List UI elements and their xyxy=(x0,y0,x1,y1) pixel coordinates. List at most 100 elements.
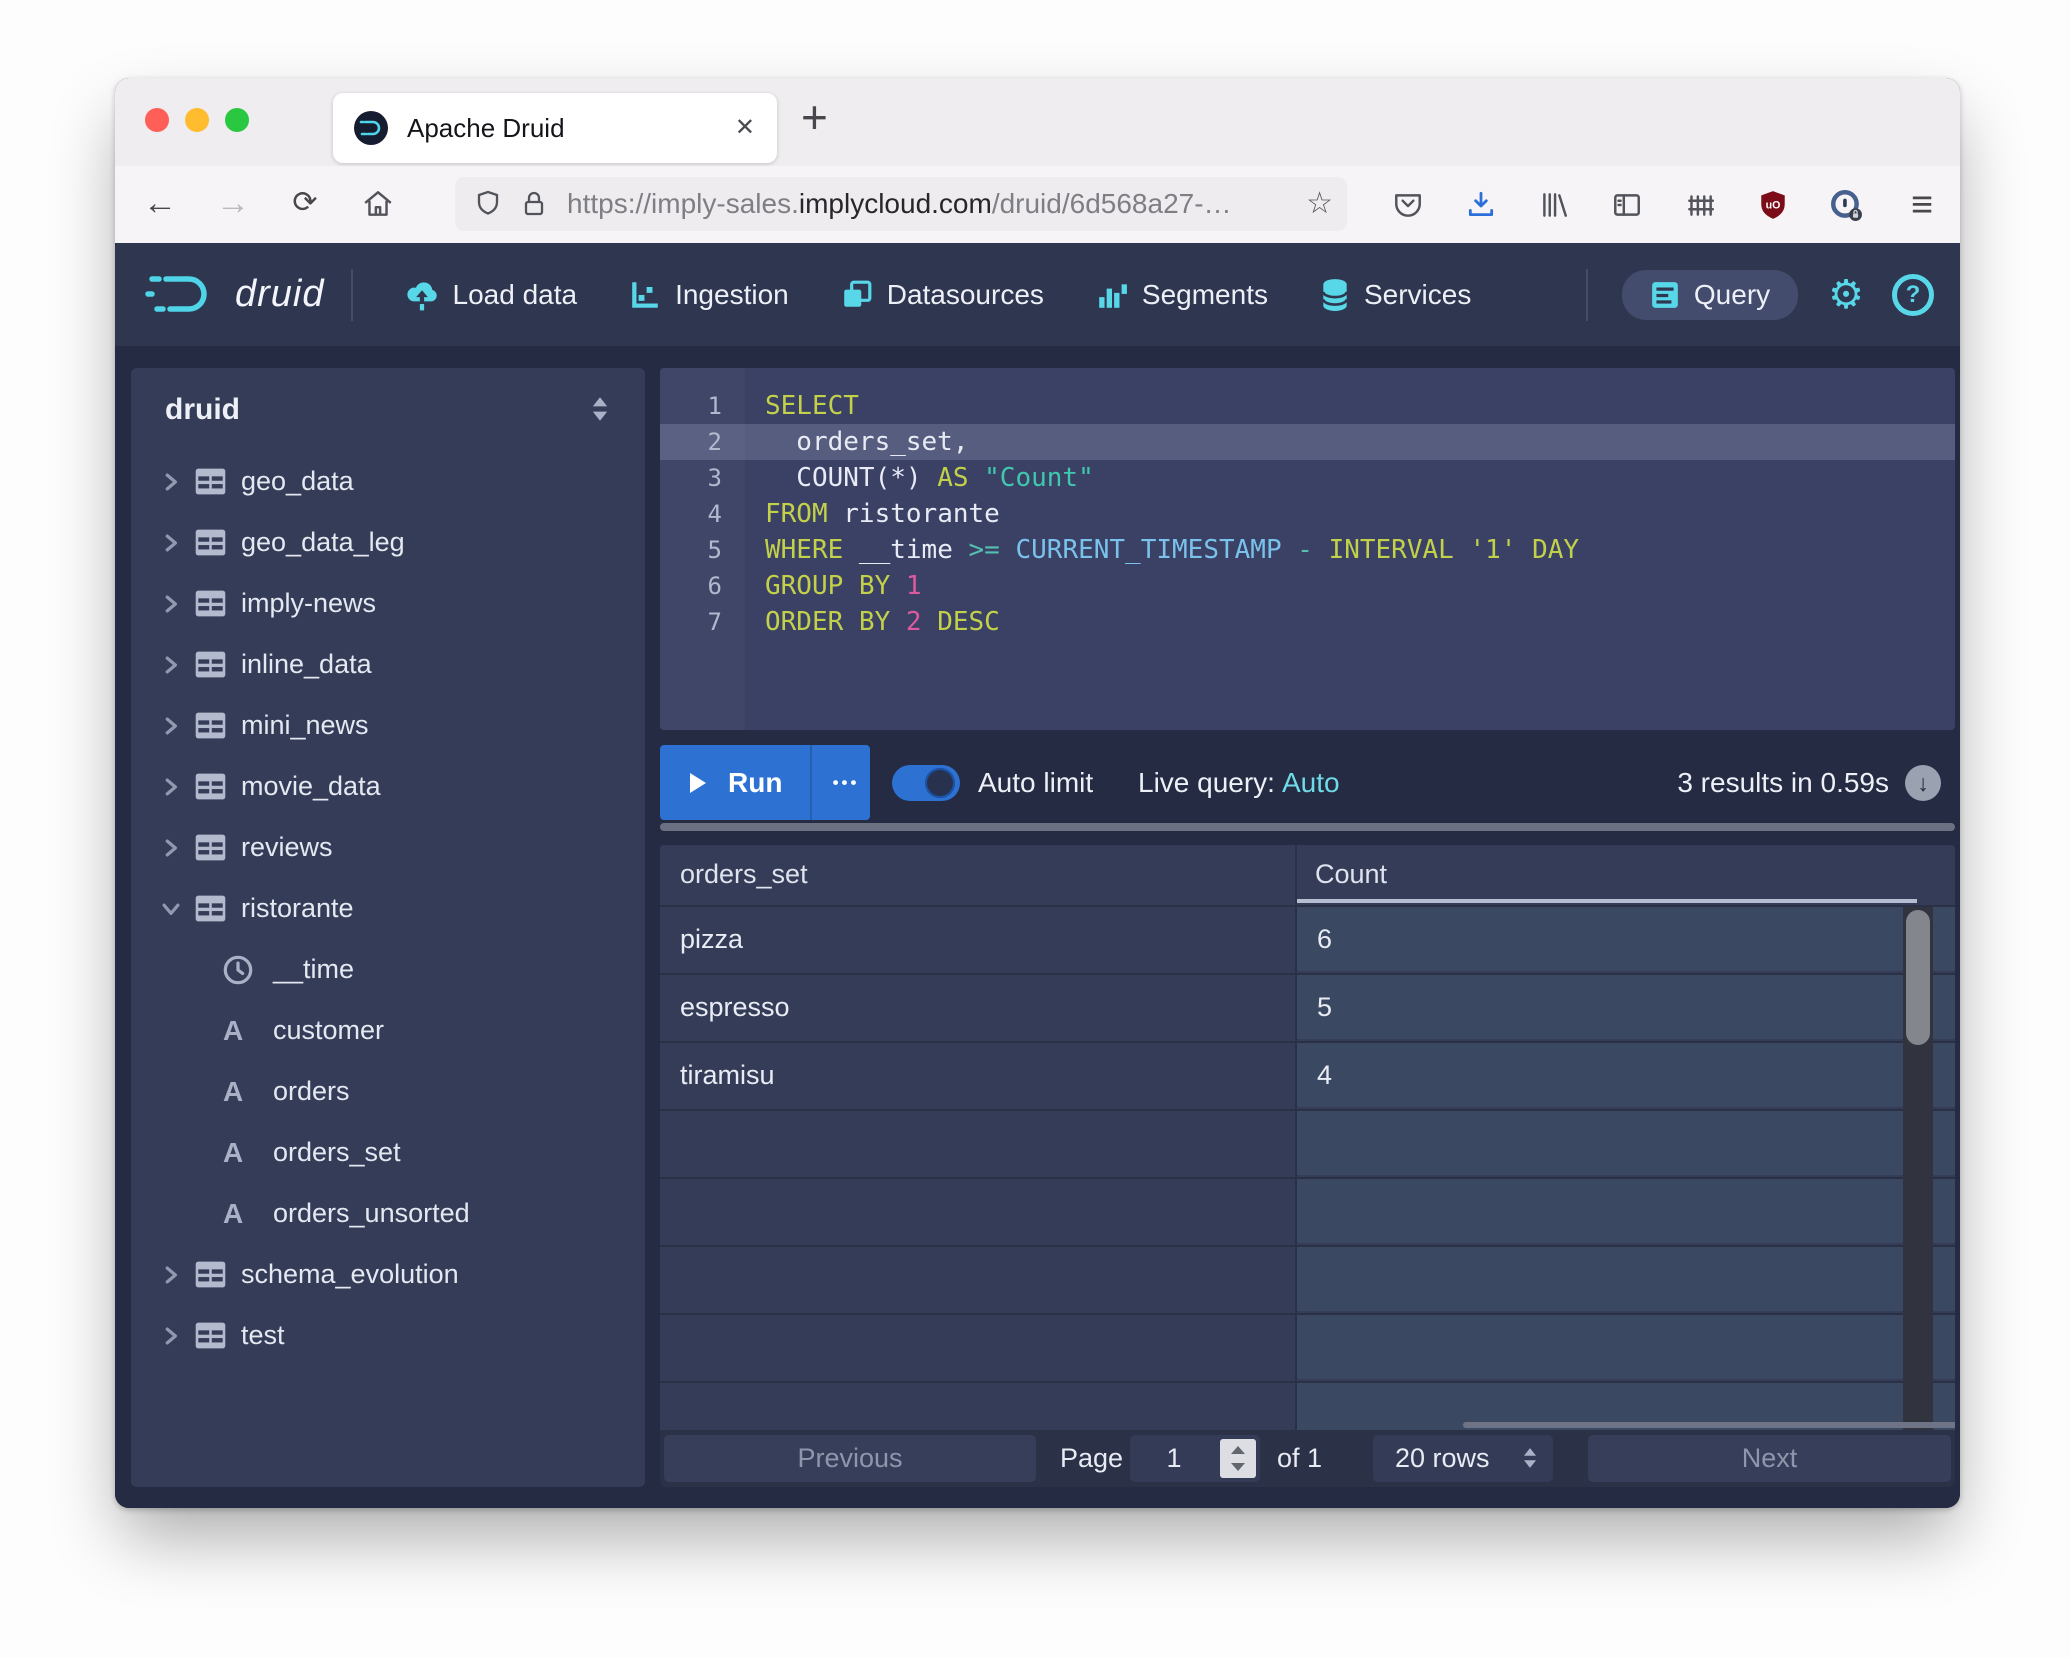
nav-item-query[interactable]: Query xyxy=(1622,270,1798,320)
back-button[interactable]: ← xyxy=(135,166,185,243)
sql-line-7[interactable]: ORDER BY 2 DESC xyxy=(765,604,1000,640)
run-button[interactable]: Run xyxy=(728,767,782,799)
sidebar-item-movie_data[interactable]: movie_data xyxy=(131,756,645,817)
stepper-down-icon[interactable] xyxy=(1231,1463,1245,1471)
fence-extension-icon[interactable] xyxy=(1677,182,1723,228)
datasources-icon xyxy=(841,279,873,311)
forward-button[interactable]: → xyxy=(208,166,258,243)
rows-per-page-select[interactable]: 20 rows xyxy=(1373,1435,1553,1482)
druid-logo[interactable]: druid xyxy=(145,269,325,321)
ublock-origin-icon[interactable]: uO xyxy=(1750,182,1796,228)
letter-a-icon: A xyxy=(223,1015,243,1047)
column-header-orders-set[interactable]: orders_set xyxy=(680,845,808,903)
page-count-label: of 1 xyxy=(1277,1430,1322,1487)
sidebar-item-schema_evolution[interactable]: schema_evolution xyxy=(131,1244,645,1305)
sidebar-item-label: customer xyxy=(273,1015,384,1046)
chevron-right-icon[interactable] xyxy=(161,594,183,614)
chevron-right-icon[interactable] xyxy=(161,838,183,858)
download-results-icon[interactable]: ↓ xyxy=(1905,765,1941,801)
schema-selector[interactable]: druid xyxy=(131,382,645,438)
schema-sort-icon[interactable] xyxy=(589,396,611,427)
close-tab-icon[interactable]: ✕ xyxy=(735,93,755,163)
sidebar-item-orders[interactable]: Aorders xyxy=(131,1061,645,1122)
sidebar-item-mini_news[interactable]: mini_news xyxy=(131,695,645,756)
sidebar-item-label: __time xyxy=(273,954,354,985)
sql-line-2[interactable]: orders_set, xyxy=(765,424,969,460)
sidebar-item-reviews[interactable]: reviews xyxy=(131,817,645,878)
sidebar-item-orders_set[interactable]: Aorders_set xyxy=(131,1122,645,1183)
auto-limit-toggle[interactable] xyxy=(892,765,960,801)
nav-item-segments[interactable]: Segments xyxy=(1070,279,1294,311)
shield-icon[interactable] xyxy=(473,189,503,224)
new-tab-button[interactable]: + xyxy=(801,90,828,144)
chevron-right-icon[interactable] xyxy=(161,777,183,797)
table-row-espresso: espresso5 xyxy=(660,975,1955,1043)
sidebar-item-inline_data[interactable]: inline_data xyxy=(131,634,645,695)
sidebar-item-orders_unsorted[interactable]: Aorders_unsorted xyxy=(131,1183,645,1244)
next-page-button[interactable]: Next xyxy=(1588,1435,1951,1482)
minimize-window-button[interactable] xyxy=(185,108,209,132)
previous-page-button[interactable]: Previous xyxy=(664,1435,1036,1482)
stepper-up-icon[interactable] xyxy=(1231,1446,1245,1454)
url-bar[interactable]: https://imply-sales.implycloud.com/druid… xyxy=(455,177,1347,231)
menu-button[interactable]: ≡ xyxy=(1899,182,1945,228)
downloads-icon[interactable] xyxy=(1458,182,1504,228)
sql-line-6[interactable]: GROUP BY 1 xyxy=(765,568,922,604)
vertical-scrollbar-thumb[interactable] xyxy=(1906,910,1930,1045)
sql-editor[interactable]: 1SELECT2 orders_set,3 COUNT(*) AS "Count… xyxy=(660,368,1955,730)
bookmark-star-icon[interactable]: ☆ xyxy=(1306,177,1333,231)
sidebar-item-geo_data[interactable]: geo_data xyxy=(131,451,645,512)
chevron-down-icon[interactable] xyxy=(161,899,183,919)
chevron-right-icon[interactable] xyxy=(161,716,183,736)
pocket-icon[interactable] xyxy=(1385,182,1431,228)
druid-wordmark: druid xyxy=(235,273,325,316)
chevron-right-icon[interactable] xyxy=(161,1326,183,1346)
help-icon[interactable]: ? xyxy=(1892,274,1934,316)
nav-item-services[interactable]: Services xyxy=(1294,278,1497,312)
auto-limit-label: Auto limit xyxy=(978,745,1093,820)
sql-line-5[interactable]: WHERE __time >= CURRENT_TIMESTAMP - INTE… xyxy=(765,532,1579,568)
run-more-button[interactable]: ••• xyxy=(822,773,870,793)
count-cell-bg xyxy=(1297,1043,1955,1107)
hamburger-icon: ≡ xyxy=(1911,182,1933,228)
nav-item-ingestion[interactable]: Ingestion xyxy=(603,279,815,311)
sidebar-item-__time[interactable]: __time xyxy=(131,939,645,1000)
close-window-button[interactable] xyxy=(145,108,169,132)
chevron-right-icon[interactable] xyxy=(161,655,183,675)
library-icon[interactable] xyxy=(1531,182,1577,228)
sidebar-item-imply-news[interactable]: imply-news xyxy=(131,573,645,634)
zoom-window-button[interactable] xyxy=(225,108,249,132)
page-number-input[interactable]: 1 xyxy=(1130,1435,1260,1482)
chevron-right-icon[interactable] xyxy=(161,472,183,492)
clock-icon xyxy=(223,955,253,985)
nav-item-load-data[interactable]: Load data xyxy=(379,279,604,311)
sorted-column-indicator xyxy=(1295,899,1917,903)
live-query-value[interactable]: Auto xyxy=(1282,745,1340,820)
sql-line-3[interactable]: COUNT(*) AS "Count" xyxy=(765,460,1094,496)
settings-gear-icon[interactable]: ⚙ xyxy=(1828,275,1864,315)
cell-count: 5 xyxy=(1317,975,1332,1039)
sidebar-toggle-icon[interactable] xyxy=(1604,182,1650,228)
nav-item-datasources[interactable]: Datasources xyxy=(815,279,1070,311)
pane-splitter[interactable] xyxy=(660,823,1955,831)
sql-line-1[interactable]: SELECT xyxy=(765,388,859,424)
chevron-right-icon[interactable] xyxy=(161,1265,183,1285)
sidebar-item-ristorante[interactable]: ristorante xyxy=(131,878,645,939)
page-stepper[interactable] xyxy=(1220,1439,1256,1478)
reload-button[interactable]: ⟳ xyxy=(280,166,330,243)
sidebar-item-geo_data_leg[interactable]: geo_data_leg xyxy=(131,512,645,573)
url-prefix: https://imply-sales. xyxy=(567,188,799,219)
sql-line-4[interactable]: FROM ristorante xyxy=(765,496,1000,532)
chevron-right-icon[interactable] xyxy=(161,533,183,553)
onepassword-icon[interactable] xyxy=(1823,182,1869,228)
sidebar-item-test[interactable]: test xyxy=(131,1305,645,1366)
horizontal-scrollbar-thumb[interactable] xyxy=(1463,1422,1955,1428)
browser-tab[interactable]: Apache Druid ✕ xyxy=(333,93,777,163)
schema-name: druid xyxy=(165,382,240,438)
home-button[interactable] xyxy=(355,181,401,227)
lock-icon[interactable] xyxy=(519,189,549,224)
column-header-count[interactable]: Count xyxy=(1315,845,1387,903)
sidebar-item-customer[interactable]: Acustomer xyxy=(131,1000,645,1061)
live-query-label: Live query: xyxy=(1138,745,1275,820)
nav-item-label: Query xyxy=(1694,279,1770,311)
